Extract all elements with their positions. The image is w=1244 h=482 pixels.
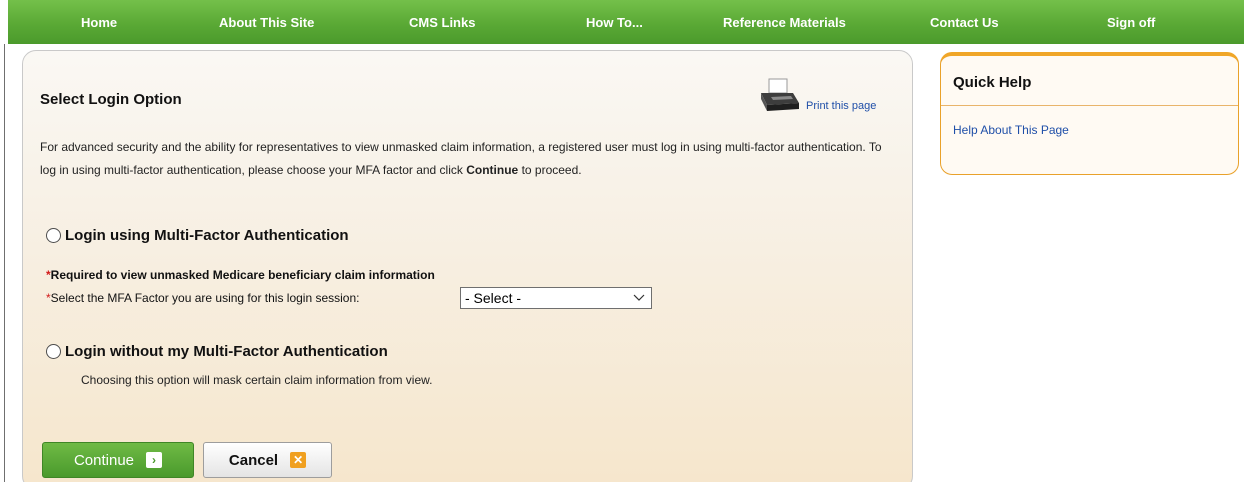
cancel-button-label: Cancel [228, 451, 279, 469]
required-note: *Required to view unmasked Medicare bene… [46, 268, 435, 282]
intro-text: For advanced security and the ability fo… [40, 140, 882, 177]
mfa-factor-select[interactable]: - Select - [460, 287, 652, 309]
select-factor-text: Select the MFA Factor you are using for … [50, 291, 360, 305]
nav-reference-materials[interactable]: Reference Materials [723, 15, 846, 30]
nav-how-to[interactable]: How To... [586, 15, 643, 30]
left-border-line [4, 44, 5, 482]
nav-contact-us[interactable]: Contact Us [930, 15, 999, 30]
page-title: Select Login Option [40, 91, 182, 108]
top-navigation-bar: Home About This Site CMS Links How To...… [8, 0, 1244, 44]
quick-help-divider [941, 105, 1238, 106]
radio-login-no-mfa[interactable]: Login without my Multi-Factor Authentica… [46, 343, 388, 360]
radio-label-no-mfa: Login without my Multi-Factor Authentica… [65, 343, 388, 360]
printer-icon[interactable] [757, 77, 801, 115]
mfa-factor-select-value: - Select - [465, 290, 522, 306]
arrow-right-icon: › [146, 452, 163, 468]
quick-help-title: Quick Help [953, 74, 1032, 91]
no-mfa-note: Choosing this option will mask certain c… [81, 373, 433, 387]
login-option-panel: Select Login Option Print this page For … [22, 50, 913, 482]
cancel-button[interactable]: Cancel ✕ [203, 442, 332, 478]
intro-paragraph: For advanced security and the ability fo… [40, 136, 900, 182]
intro-tail: to proceed. [518, 163, 582, 177]
nav-cms-links[interactable]: CMS Links [409, 15, 475, 30]
continue-button[interactable]: Continue › [42, 442, 194, 478]
continue-button-label: Continue [73, 451, 135, 469]
intro-continue-bold: Continue [466, 163, 519, 177]
nav-about-this-site[interactable]: About This Site [219, 15, 314, 30]
nav-sign-off[interactable]: Sign off [1107, 15, 1155, 30]
required-text: Required to view unmasked Medicare benef… [50, 268, 435, 282]
radio-label-mfa: Login using Multi-Factor Authentication [65, 227, 349, 244]
quick-help-panel: Quick Help Help About This Page [940, 52, 1239, 175]
radio-button-mfa[interactable] [46, 228, 61, 243]
radio-button-no-mfa[interactable] [46, 344, 61, 359]
chevron-down-icon [633, 294, 645, 301]
select-factor-label: *Select the MFA Factor you are using for… [46, 291, 360, 305]
close-icon: ✕ [290, 452, 307, 468]
nav-home[interactable]: Home [81, 15, 117, 30]
radio-login-mfa[interactable]: Login using Multi-Factor Authentication [46, 227, 349, 244]
print-page-link[interactable]: Print this page [806, 100, 876, 112]
help-about-page-link[interactable]: Help About This Page [953, 123, 1069, 137]
